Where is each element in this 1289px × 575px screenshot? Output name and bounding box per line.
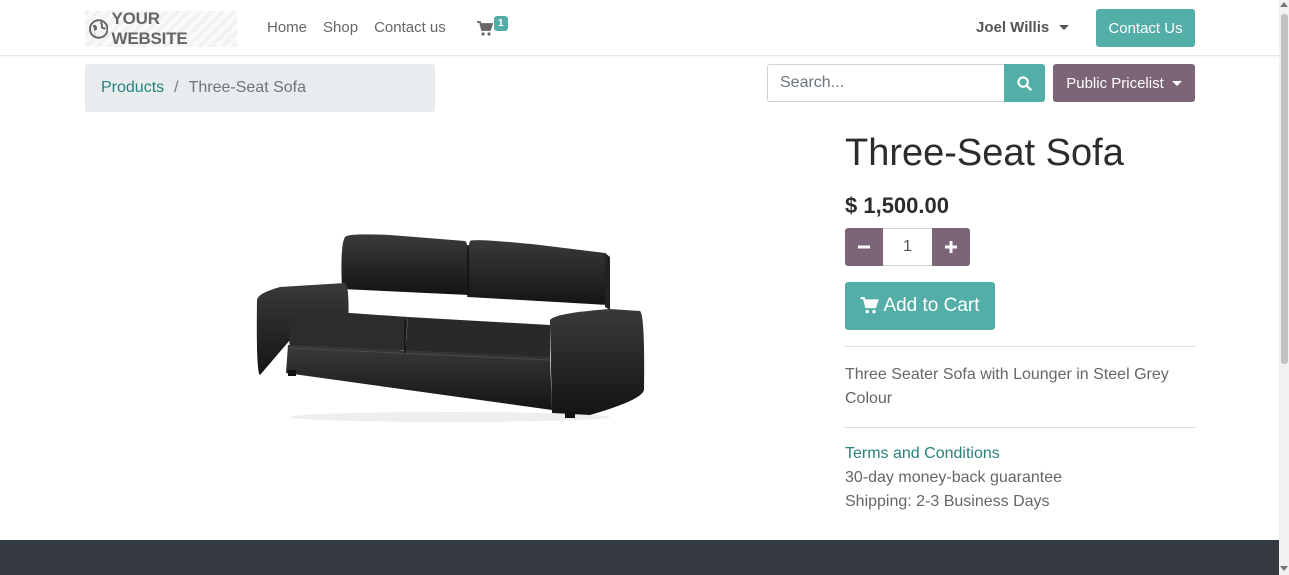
plus-icon <box>945 241 957 253</box>
add-to-cart-button[interactable]: Add to Cart <box>845 282 995 330</box>
nav-home[interactable]: Home <box>267 19 307 36</box>
main-nav: Home Shop Contact us <box>267 19 446 36</box>
product-description: Three Seater Sofa with Lounger in Steel … <box>845 366 1169 407</box>
scrollbar-thumb[interactable] <box>1281 14 1288 364</box>
divider <box>845 346 1195 347</box>
breadcrumb-products-link[interactable]: Products <box>101 79 164 97</box>
add-to-cart-label: Add to Cart <box>883 295 980 316</box>
top-navbar: YOUR WEBSITE Home Shop Contact us 1 Joel… <box>0 0 1279 56</box>
product-price: $ 1,500.00 <box>845 193 949 218</box>
search-input[interactable]: Search... <box>767 64 1005 102</box>
cart-link[interactable]: 1 <box>477 16 508 42</box>
terms-and-conditions-link[interactable]: Terms and Conditions <box>845 445 1000 463</box>
product-title: Three-Seat Sofa <box>845 132 1124 174</box>
user-name: Joel Willis <box>976 19 1050 36</box>
site-logo[interactable]: YOUR WEBSITE <box>85 9 237 48</box>
breadcrumb-current: Three-Seat Sofa <box>188 79 306 96</box>
search-icon <box>1017 75 1032 91</box>
nav-shop[interactable]: Shop <box>323 19 358 36</box>
quantity-stepper: 1 <box>845 228 970 266</box>
caret-down-icon <box>1171 80 1182 86</box>
breadcrumb-separator: / <box>174 79 179 96</box>
caret-down-icon <box>1059 25 1070 30</box>
minus-icon <box>858 245 870 249</box>
scroll-down-arrow-icon[interactable] <box>1280 566 1288 571</box>
cart-count-badge: 1 <box>494 16 508 31</box>
guarantee-text: 30-day money-back guarantee <box>845 469 1063 486</box>
decrease-quantity-button[interactable] <box>845 228 883 266</box>
scroll-up-arrow-icon[interactable] <box>1280 2 1288 7</box>
search-button[interactable] <box>1004 64 1045 102</box>
globe-icon <box>89 19 109 39</box>
user-menu[interactable]: Joel Willis <box>976 19 1070 36</box>
pricelist-dropdown[interactable]: Public Pricelist <box>1053 64 1195 102</box>
breadcrumb: Products / Three-Seat Sofa <box>85 64 435 112</box>
product-image[interactable] <box>250 225 650 425</box>
pricelist-label: Public Pricelist <box>1066 74 1164 92</box>
logo-text: YOUR WEBSITE <box>111 9 188 48</box>
increase-quantity-button[interactable] <box>932 228 970 266</box>
nav-contact-us[interactable]: Contact us <box>374 19 446 36</box>
footer <box>0 540 1279 575</box>
shipping-text: Shipping: 2-3 Business Days <box>845 493 1050 510</box>
shopping-cart-icon <box>477 21 494 36</box>
shopping-cart-icon <box>860 297 880 314</box>
quantity-input[interactable]: 1 <box>883 228 932 266</box>
contact-us-button[interactable]: Contact Us <box>1096 9 1195 47</box>
divider <box>845 427 1195 428</box>
